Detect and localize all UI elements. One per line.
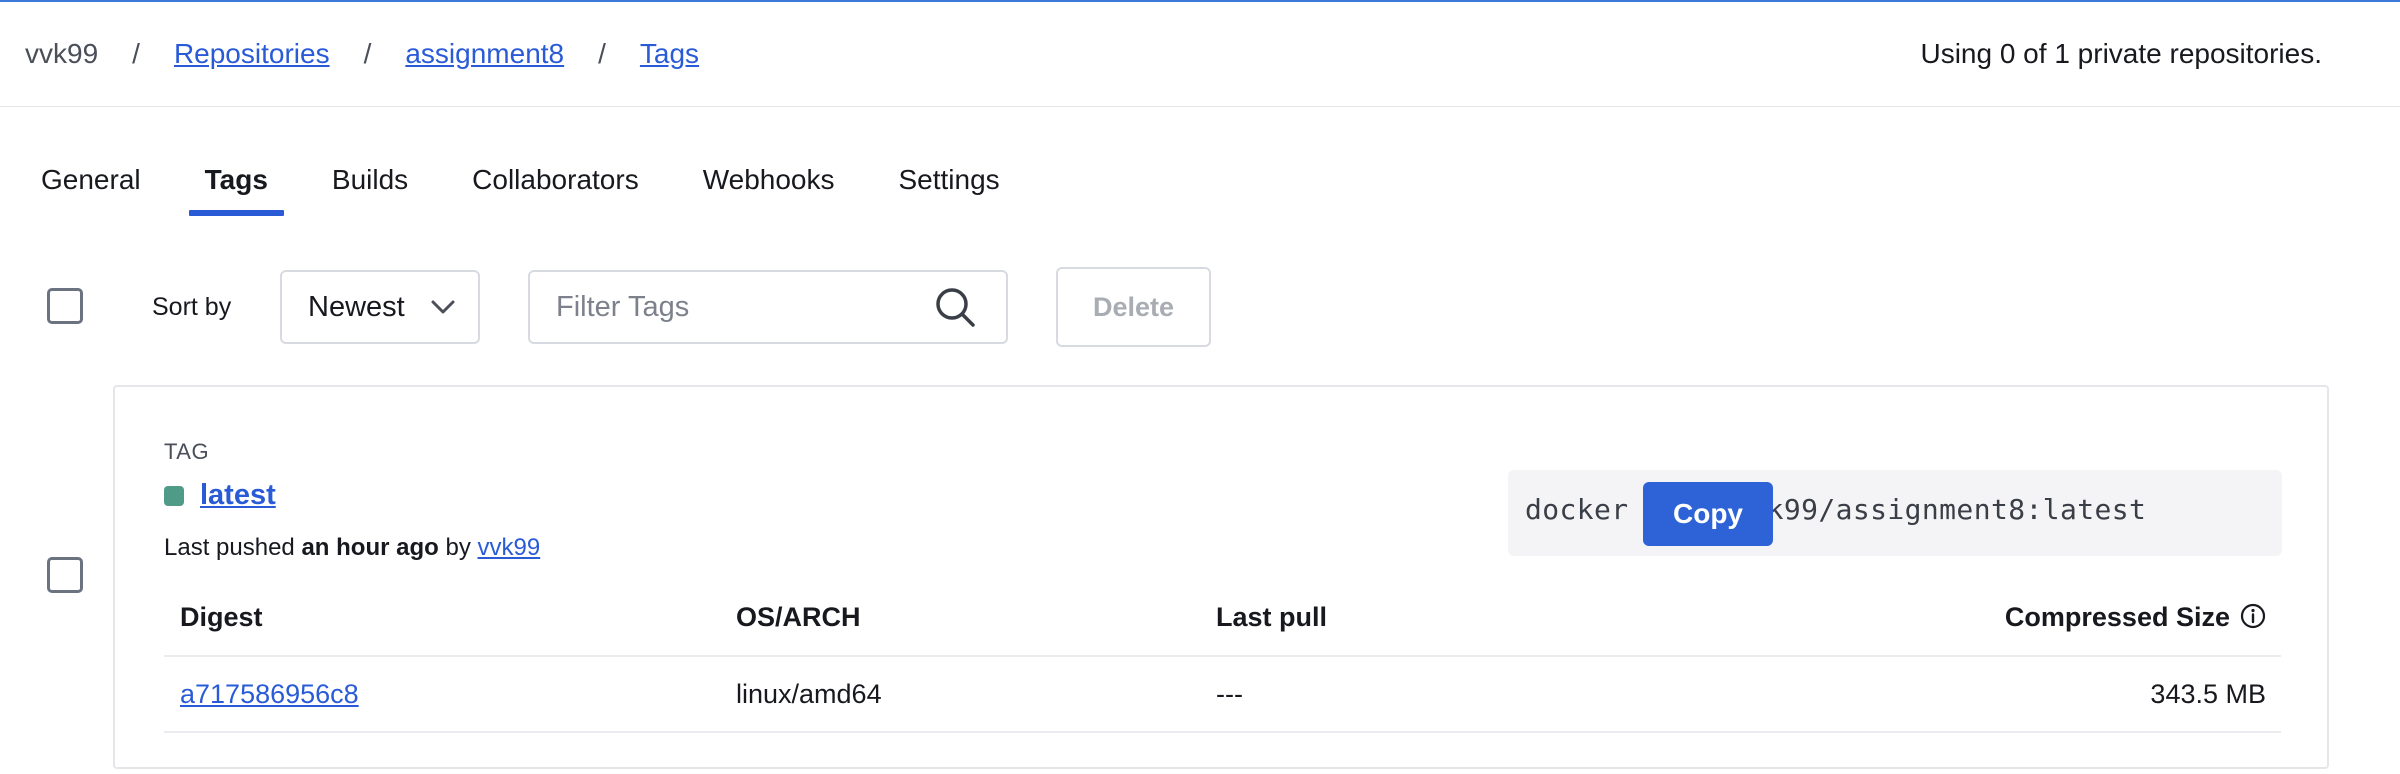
- info-icon[interactable]: [2240, 603, 2266, 629]
- digest-table: Digest OS/ARCH Last pull Compressed Size…: [164, 579, 2281, 733]
- breadcrumb-repositories-link[interactable]: Repositories: [174, 34, 330, 74]
- breadcrumb-separator: /: [363, 38, 372, 69]
- status-indicator-icon: [164, 485, 184, 506]
- pushed-by-user-link[interactable]: vvk99: [478, 534, 541, 561]
- table-header-row: Digest OS/ARCH Last pull Compressed Size: [164, 579, 2281, 657]
- tab-tags[interactable]: Tags: [188, 158, 285, 216]
- pushed-time: an hour ago: [301, 534, 439, 561]
- column-header-compressed-size: Compressed Size: [2005, 579, 2266, 655]
- compressed-size-cell: 343.5 MB: [2150, 679, 2266, 709]
- tag-heading: TAG: [164, 439, 210, 464]
- sort-label: Sort by: [152, 293, 232, 321]
- tab-builds[interactable]: Builds: [332, 158, 408, 208]
- chevron-down-icon: [431, 300, 455, 314]
- column-header-compressed-size-label: Compressed Size: [2004, 602, 2230, 632]
- tab-general[interactable]: General: [41, 158, 141, 208]
- page-header: vvk99 / Repositories / assignment8 / Tag…: [0, 2, 2400, 107]
- tag-name-link[interactable]: latest: [200, 479, 276, 512]
- pushed-by-word: by: [445, 534, 471, 561]
- sort-selected-value: Newest: [308, 290, 405, 323]
- repo-tabs: General Tags Builds Collaborators Webhoo…: [41, 158, 1064, 216]
- column-header-digest: Digest: [180, 602, 263, 632]
- table-row: a717586956c8 linux/amd64 --- 343.5 MB: [164, 657, 2281, 733]
- docker-pull-command[interactable]: docker pull vvk99/assignment8:latest: [1525, 493, 2146, 526]
- breadcrumb-separator: /: [598, 38, 606, 69]
- digest-cell: a717586956c8: [180, 657, 359, 731]
- copy-button[interactable]: Copy: [1643, 482, 1773, 546]
- tag-name-row: latest: [164, 479, 276, 512]
- breadcrumb-separator: /: [132, 38, 140, 69]
- tags-toolbar: Sort by Newest Delete: [0, 266, 2400, 348]
- digest-link[interactable]: a717586956c8: [180, 679, 359, 709]
- private-repo-usage: Using 0 of 1 private repositories.: [1920, 38, 2322, 69]
- os-arch-cell: linux/amd64: [736, 679, 882, 709]
- column-header-os-arch: OS/ARCH: [736, 602, 861, 632]
- delete-button[interactable]: Delete: [1056, 267, 1211, 347]
- breadcrumb-tags-link[interactable]: Tags: [640, 34, 699, 74]
- breadcrumb-user: vvk99: [25, 38, 99, 69]
- pushed-prefix: Last pushed: [164, 534, 295, 561]
- tab-settings[interactable]: Settings: [899, 158, 1000, 208]
- tag-card: TAG latest Last pushed an hour ago by vv…: [113, 385, 2329, 769]
- sort-dropdown[interactable]: Newest: [280, 270, 480, 344]
- select-all-checkbox[interactable]: [47, 288, 83, 324]
- breadcrumb: vvk99 / Repositories / assignment8 / Tag…: [25, 34, 699, 74]
- last-pushed-info: Last pushed an hour ago by vvk99: [164, 532, 540, 564]
- tag-row-checkbox[interactable]: [47, 557, 83, 593]
- last-pull-cell: ---: [1216, 679, 1243, 709]
- docker-pull-command-box: docker pull vvk99/assignment8:latest: [1508, 470, 2282, 556]
- tab-collaborators[interactable]: Collaborators: [472, 158, 639, 208]
- tab-webhooks[interactable]: Webhooks: [703, 158, 835, 208]
- column-header-last-pull: Last pull: [1216, 602, 1328, 632]
- search-icon[interactable]: [934, 286, 976, 328]
- breadcrumb-repo-link[interactable]: assignment8: [405, 34, 564, 74]
